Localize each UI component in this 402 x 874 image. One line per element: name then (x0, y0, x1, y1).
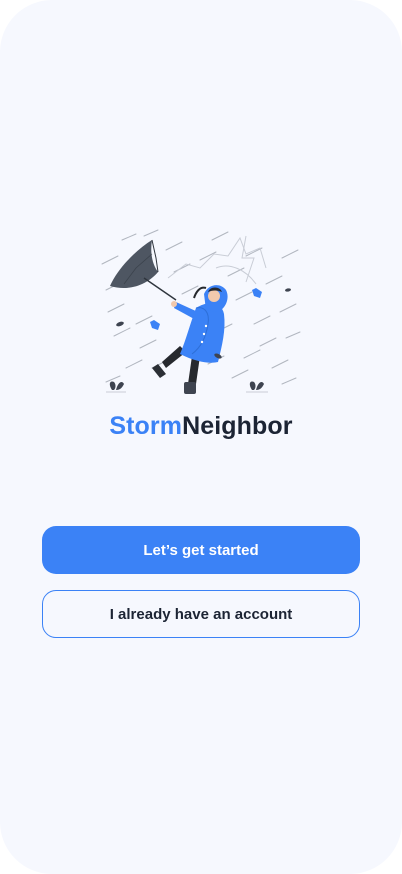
app-logo-wordmark: StormNeighbor (0, 406, 402, 446)
welcome-screen: StormNeighbor Let’s get started I alread… (0, 0, 402, 874)
brand-name-part-neighbor: Neighbor (182, 412, 293, 440)
get-started-button[interactable]: Let’s get started (42, 526, 360, 574)
existing-account-button[interactable]: I already have an account (42, 590, 360, 638)
storm-illustration (96, 228, 306, 400)
brand-name-part-storm: Storm (109, 412, 183, 440)
